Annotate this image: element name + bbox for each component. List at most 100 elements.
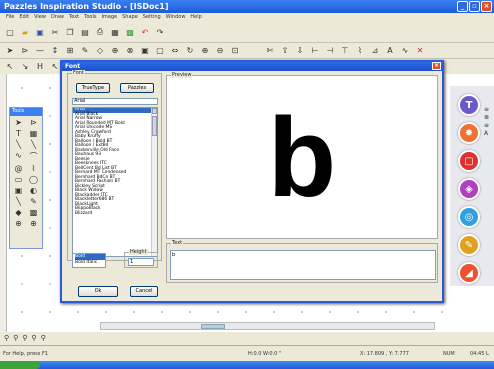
polyline-icon[interactable]: ╲ [27,140,40,149]
font-name-input[interactable]: Arial [72,98,158,105]
arrow-tool-icon[interactable]: ➤ [12,118,25,127]
text-path-icon[interactable]: A [384,45,396,57]
menu-file[interactable]: File [6,14,14,21]
fit-icon[interactable]: ⊡ [229,45,241,57]
spiral-icon[interactable]: @ [12,164,25,173]
align-left-icon[interactable]: ≡ [484,106,489,113]
node-tool-icon[interactable]: ⊳ [19,45,31,57]
horizontal-scrollbar[interactable] [100,322,435,330]
image-icon[interactable]: ▣ [12,186,25,195]
font-list-scrollbar[interactable] [151,108,157,256]
text-tool-icon[interactable]: T [12,129,25,138]
brush-shape-icon[interactable]: ◢ [458,262,480,284]
layer5-icon[interactable]: ⚲ [41,334,46,343]
text-size-icon[interactable]: A [484,130,489,137]
menu-setting[interactable]: Setting [143,14,161,21]
distribute-icon[interactable]: ⇩ [294,45,306,57]
align-icon[interactable]: ↕ [49,45,61,57]
arrange-icon[interactable]: ⇧ [279,45,291,57]
height-icon[interactable]: H [34,61,46,73]
grid-tool-icon[interactable]: ▦ [27,129,40,138]
cut-icon[interactable]: ✂ [49,26,61,38]
layer1-icon[interactable]: ⚲ [4,334,9,343]
menu-shape[interactable]: Shape [122,14,138,21]
truetype-button[interactable]: TrueType [76,83,110,93]
height-input[interactable]: 1 [128,258,154,266]
maximize-button[interactable]: ▫ [469,1,480,12]
copy-icon[interactable]: ❐ [64,26,76,38]
mark-icon[interactable]: ✕ [414,45,426,57]
menu-window[interactable]: Window [166,14,186,21]
menu-text[interactable]: Text [69,14,79,21]
wave-shape-icon[interactable]: ◎ [458,206,480,228]
line-tool-icon[interactable]: — [34,45,46,57]
scissor-icon[interactable]: ✄ [264,45,276,57]
menu-image[interactable]: Image [101,14,117,21]
rotate-icon[interactable]: ↻ [184,45,196,57]
import-icon[interactable]: ▦ [109,26,121,38]
line-draw-icon[interactable]: ╲ [12,140,25,149]
h-align-icon[interactable]: ⊢ [309,45,321,57]
print-icon[interactable]: ⎙ [94,26,106,38]
path-icon[interactable]: ⌇ [354,45,366,57]
ungroup-icon[interactable]: ▢ [154,45,166,57]
shape-icon[interactable]: ◇ [94,45,106,57]
open-folder-icon[interactable]: ▰ [19,26,31,38]
start-button[interactable] [0,361,40,369]
scroll-up-arrow-icon[interactable] [152,108,157,114]
arc-icon[interactable]: ⌒ [27,151,40,162]
cut-shape-icon[interactable]: ⊗ [124,45,136,57]
grid-icon[interactable]: ⊞ [64,45,76,57]
align-center-icon[interactable]: ≣ [484,114,489,121]
cancel-button[interactable]: Cancel [130,286,158,297]
fill-icon[interactable]: ▩ [27,208,40,217]
font-list[interactable]: Arial Arial Black Arial Narrow Arial Rounde… [72,107,158,257]
layer4-icon[interactable]: ⚲ [31,334,36,343]
save-icon[interactable]: ▣ [34,26,46,38]
frame-shape-icon[interactable]: ▢ [458,150,480,172]
export-icon[interactable]: ▩ [124,26,136,38]
layer3-icon[interactable]: ⚲ [22,334,27,343]
select-tool-icon[interactable]: ➤ [4,45,16,57]
weld-icon[interactable]: ⊕ [109,45,121,57]
zoom-tool-icon[interactable]: ⊕ [12,219,25,228]
size-icon[interactable]: ⊤ [339,45,351,57]
paste-icon[interactable]: ▤ [79,26,91,38]
group-icon[interactable]: ▣ [139,45,151,57]
minimize-button[interactable]: _ [457,1,468,12]
scroll-thumb[interactable] [201,324,225,329]
menu-tools[interactable]: Tools [84,14,96,21]
menu-edit[interactable]: Edit [19,14,29,21]
bezier-icon[interactable]: ∿ [399,45,411,57]
menu-draw[interactable]: Draw [51,14,64,21]
align-right-icon[interactable]: ≡ [484,122,489,129]
close-button[interactable]: × [481,1,492,12]
diag-icon[interactable]: ↘ [19,61,31,73]
undo-icon[interactable]: ↶ [139,26,151,38]
v-align-icon[interactable]: ⊣ [324,45,336,57]
curve-icon[interactable]: ∿ [12,151,25,162]
tag-shape-icon[interactable]: ◈ [458,178,480,200]
new-file-icon[interactable]: ▢ [4,26,16,38]
paint-icon[interactable]: ◐ [27,186,40,195]
brush-icon[interactable]: ✎ [27,197,40,206]
node-edit-icon[interactable]: ⊳ [27,118,40,127]
knife-icon[interactable]: ╲ [12,197,25,206]
pan-tool-icon[interactable]: ⊕ [27,219,40,228]
text-input[interactable]: b [170,250,436,280]
menu-help[interactable]: Help [190,14,201,21]
font-list-scroll-thumb[interactable] [152,116,157,136]
zoom-in-icon[interactable]: ⊕ [199,45,211,57]
text-shape-icon[interactable]: T [458,94,480,116]
style-option-bold-italic[interactable]: Bold Italic [75,260,105,266]
layer2-icon[interactable]: ⚲ [13,334,18,343]
style-select[interactable]: Bold Bold Italic [72,253,106,268]
bezier-tool-icon[interactable]: ⌇ [27,164,40,173]
zoom-out-icon[interactable]: ⊖ [214,45,226,57]
eraser-icon[interactable]: ◆ [12,208,25,217]
ellipse-icon[interactable]: ◯ [27,175,40,184]
trace-icon[interactable]: ⊿ [369,45,381,57]
star-shape-icon[interactable]: ✸ [458,122,480,144]
pen-shape-icon[interactable]: ✎ [458,234,480,256]
mirror-icon[interactable]: ⇔ [169,45,181,57]
